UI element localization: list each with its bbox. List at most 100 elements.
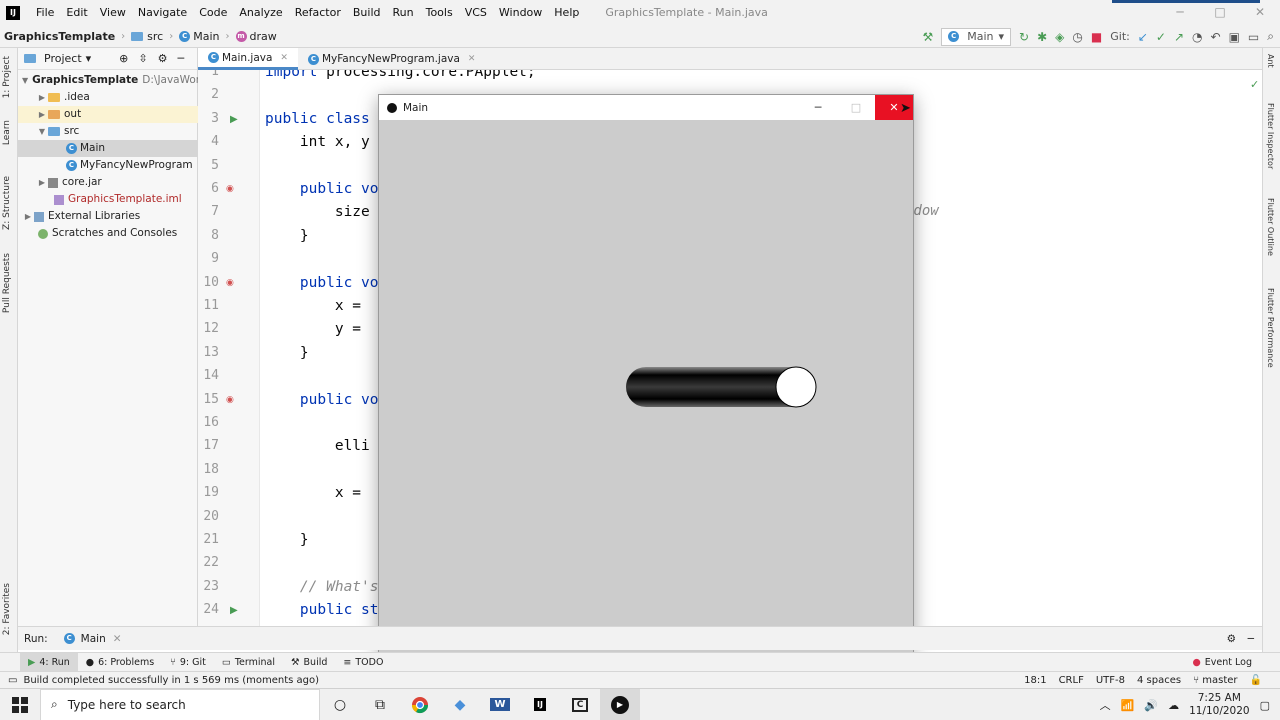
tool-tab-event-log[interactable]: ● Event Log bbox=[1185, 653, 1261, 672]
indent-setting[interactable]: 4 spaces bbox=[1137, 675, 1181, 686]
collapse-all-icon[interactable]: ⇳ bbox=[138, 52, 147, 65]
tool-tab-todo[interactable]: ≡ TODO bbox=[335, 653, 391, 672]
clock[interactable]: 7:25 AM 11/10/2020 bbox=[1189, 692, 1250, 718]
debug-icon[interactable]: ✱ bbox=[1037, 30, 1047, 44]
start-button[interactable] bbox=[0, 689, 40, 720]
sketch-canvas[interactable] bbox=[379, 120, 913, 652]
cortana-icon[interactable]: ○ bbox=[320, 689, 360, 720]
menu-item-view[interactable]: View bbox=[94, 6, 132, 19]
locate-icon[interactable]: ⊕ bbox=[119, 52, 128, 65]
lock-icon[interactable]: 🔓 bbox=[1250, 675, 1262, 686]
tab-myfancynewprogram-java[interactable]: C MyFancyNewProgram.java ✕ bbox=[298, 48, 486, 70]
project-structure-icon[interactable]: ▣ bbox=[1229, 30, 1240, 44]
tree-item-scratches[interactable]: Scratches and Consoles bbox=[18, 225, 198, 242]
git-branch[interactable]: ⑂ master bbox=[1193, 675, 1237, 686]
breadcrumb-method[interactable]: m draw bbox=[232, 30, 281, 43]
inspection-ok-icon[interactable]: ✓ bbox=[1250, 78, 1259, 91]
search-everywhere-icon[interactable]: ⌕ bbox=[1267, 29, 1274, 44]
gear-icon[interactable]: ⚙ bbox=[158, 52, 168, 65]
tree-item-core-jar[interactable]: ▶ core.jar bbox=[18, 174, 198, 191]
chrome-icon[interactable] bbox=[400, 689, 440, 720]
sketch-maximize-button[interactable]: □ bbox=[837, 95, 875, 120]
cloud-icon[interactable]: ☁ bbox=[1168, 699, 1179, 712]
run-config-selector[interactable]: C Main ▾ bbox=[941, 27, 1012, 46]
tab-flutter-outline-vertical[interactable]: Flutter Outline bbox=[1266, 198, 1275, 256]
processing-taskbar-icon[interactable]: C bbox=[560, 689, 600, 720]
run-gutter-icon[interactable]: ▶ bbox=[230, 605, 238, 616]
hide-panel-icon[interactable]: ─ bbox=[177, 52, 184, 65]
file-explorer-icon[interactable]: ◆ bbox=[440, 689, 480, 720]
tree-item-external-libraries[interactable]: ▶ External Libraries bbox=[18, 208, 198, 225]
caret-position[interactable]: 18:1 bbox=[1024, 675, 1046, 686]
minimize-icon[interactable]: ─ bbox=[1160, 0, 1200, 25]
line-separator[interactable]: CRLF bbox=[1059, 675, 1084, 686]
menu-item-run[interactable]: Run bbox=[387, 6, 420, 19]
menu-item-build[interactable]: Build bbox=[347, 6, 387, 19]
git-push-icon[interactable]: ↗ bbox=[1174, 30, 1184, 44]
sketch-minimize-button[interactable]: ─ bbox=[799, 95, 837, 120]
breadcrumb-src[interactable]: src bbox=[127, 30, 167, 43]
taskbar-search-input[interactable]: ⌕ Type here to search bbox=[40, 688, 320, 720]
tree-item-idea[interactable]: ▶ .idea bbox=[18, 89, 198, 106]
tree-item-main[interactable]: C Main bbox=[18, 140, 198, 157]
breadcrumb-project[interactable]: GraphicsTemplate bbox=[0, 30, 119, 43]
word-icon[interactable]: W bbox=[480, 689, 520, 720]
menu-item-window[interactable]: Window bbox=[493, 6, 548, 19]
stop-icon[interactable]: ■ bbox=[1091, 30, 1102, 44]
breadcrumb-class[interactable]: C Main bbox=[175, 30, 223, 43]
override-gutter-icon[interactable]: ◉ bbox=[226, 184, 234, 194]
tool-tab-run[interactable]: ▶ 4: Run bbox=[20, 652, 78, 672]
java-app-taskbar-icon[interactable]: ▶ bbox=[600, 688, 640, 720]
tool-tab-build[interactable]: ⚒ Build bbox=[283, 653, 335, 672]
tab-flutter-inspector-vertical[interactable]: Flutter Inspector bbox=[1266, 103, 1275, 169]
close-tab-icon[interactable]: ✕ bbox=[468, 54, 476, 64]
history-icon[interactable]: ◔ bbox=[1192, 30, 1202, 44]
network-icon[interactable]: 📶 bbox=[1121, 699, 1135, 712]
tab-ant-vertical[interactable]: Ant bbox=[1266, 54, 1275, 68]
tool-tab-git[interactable]: ⑂ 9: Git bbox=[162, 653, 214, 672]
menu-item-tools[interactable]: Tools bbox=[420, 6, 459, 19]
tab-pull-requests-vertical[interactable]: Pull Requests bbox=[2, 253, 12, 313]
tab-learn-vertical[interactable]: Learn bbox=[2, 120, 12, 145]
tree-item-project-root[interactable]: ▼ GraphicsTemplate D:\JavaWork bbox=[18, 72, 206, 89]
tree-item-myfancynewprogram[interactable]: C MyFancyNewProgram bbox=[18, 157, 198, 174]
tab-structure-vertical[interactable]: Z: Structure bbox=[2, 176, 12, 230]
run-gutter-icon[interactable]: ▶ bbox=[230, 114, 238, 125]
close-tab-icon[interactable]: ✕ bbox=[280, 53, 288, 63]
tab-project-vertical[interactable]: 1: Project bbox=[2, 56, 12, 98]
tab-main-java[interactable]: C Main.java ✕ bbox=[198, 48, 298, 70]
gear-icon[interactable]: ⚙ bbox=[1227, 633, 1236, 645]
hide-panel-icon[interactable]: ─ bbox=[1248, 633, 1254, 645]
intellij-taskbar-icon[interactable]: IJ bbox=[520, 689, 560, 720]
run-config-tab[interactable]: C Main ✕ bbox=[63, 633, 122, 645]
tree-item-out[interactable]: ▶ out bbox=[18, 106, 198, 123]
override-gutter-icon[interactable]: ◉ bbox=[226, 395, 234, 405]
status-panel-icon[interactable]: ▭ bbox=[8, 675, 17, 686]
file-encoding[interactable]: UTF-8 bbox=[1096, 675, 1125, 686]
tree-item-src[interactable]: ▼ src bbox=[18, 123, 198, 140]
rollback-icon[interactable]: ↶ bbox=[1211, 30, 1221, 44]
tree-item-iml[interactable]: GraphicsTemplate.iml bbox=[18, 191, 198, 208]
menu-item-analyze[interactable]: Analyze bbox=[233, 6, 288, 19]
menu-item-code[interactable]: Code bbox=[193, 6, 233, 19]
git-update-icon[interactable]: ↙ bbox=[1138, 30, 1148, 44]
task-view-icon[interactable]: ⧉ bbox=[360, 689, 400, 720]
coverage-icon[interactable]: ◈ bbox=[1055, 30, 1064, 44]
chevron-down-icon[interactable]: ▾ bbox=[86, 52, 92, 65]
volume-icon[interactable]: 🔊 bbox=[1144, 699, 1158, 712]
rerun-icon[interactable]: ↻ bbox=[1019, 30, 1029, 44]
menu-item-vcs[interactable]: VCS bbox=[459, 6, 493, 19]
profile-icon[interactable]: ◷ bbox=[1072, 30, 1082, 44]
tray-expand-icon[interactable]: ︿ bbox=[1100, 697, 1111, 713]
menu-item-navigate[interactable]: Navigate bbox=[132, 6, 193, 19]
build-hammer-icon[interactable]: ⚒ bbox=[922, 30, 933, 44]
menu-item-refactor[interactable]: Refactor bbox=[289, 6, 347, 19]
close-tab-icon[interactable]: ✕ bbox=[113, 633, 122, 645]
git-commit-icon[interactable]: ✓ bbox=[1156, 30, 1166, 44]
tab-flutter-performance-vertical[interactable]: Flutter Performance bbox=[1266, 288, 1275, 368]
close-icon[interactable]: ✕ bbox=[1240, 0, 1280, 25]
override-gutter-icon[interactable]: ◉ bbox=[226, 278, 234, 288]
menu-item-file[interactable]: File bbox=[30, 6, 60, 19]
tool-tab-problems[interactable]: ● 6: Problems bbox=[78, 653, 162, 672]
menu-item-edit[interactable]: Edit bbox=[60, 6, 93, 19]
